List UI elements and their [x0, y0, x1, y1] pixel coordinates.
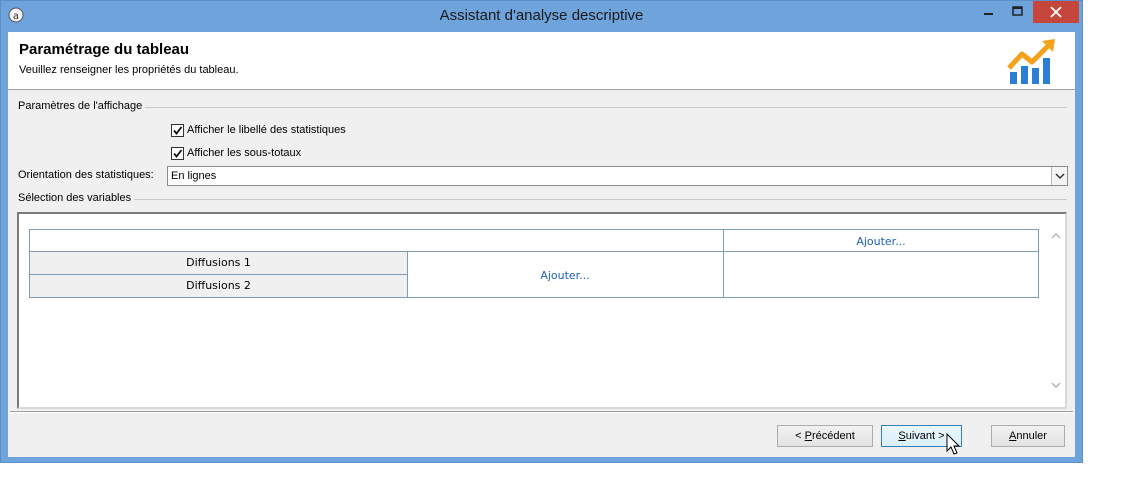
- analysis-chart-icon: [1007, 39, 1055, 84]
- add-column-cell[interactable]: Ajouter...: [723, 229, 1039, 252]
- show-subtotals-checkbox[interactable]: Afficher les sous-totaux: [171, 145, 301, 161]
- window-title: Assistant d'analyse descriptive: [439, 7, 644, 24]
- add-cell-link[interactable]: Ajouter...: [407, 269, 723, 282]
- title-bar[interactable]: a Assistant d'analyse descriptive: [1, 1, 1082, 31]
- checkbox-box[interactable]: [171, 146, 184, 160]
- close-icon: [1050, 6, 1062, 18]
- checkbox-label: Afficher les sous-totaux: [187, 147, 302, 159]
- next-button-mnemonic: S: [898, 430, 906, 442]
- wizard-header: Paramétrage du tableau Veuillez renseign…: [8, 32, 1075, 90]
- previous-button-mnemonic: P: [804, 430, 812, 442]
- show-stat-labels-checkbox[interactable]: Afficher le libellé des statistiques: [171, 122, 346, 138]
- wizard-window: a Assistant d'analyse descriptive Paramé…: [0, 0, 1083, 463]
- add-cell[interactable]: Ajouter...: [407, 251, 724, 298]
- variables-selection-label: Sélection des variables: [18, 192, 135, 204]
- orientation-label: Orientation des statistiques:: [18, 169, 154, 181]
- previous-button-label: récédent: [812, 430, 855, 442]
- row-header-diffusions-2[interactable]: Diffusions 2: [29, 274, 408, 298]
- checkmark-icon: [173, 148, 183, 158]
- dropdown-button[interactable]: [1051, 167, 1067, 185]
- row-label: Diffusions 1: [186, 256, 251, 269]
- display-group-divider: [18, 107, 1067, 108]
- scroll-down-icon[interactable]: [1051, 381, 1061, 389]
- display-settings-label: Paramètres de l'affichage: [18, 100, 146, 112]
- page-title: Paramétrage du tableau: [19, 41, 190, 58]
- checkmark-icon: [173, 125, 183, 135]
- add-column-link[interactable]: Ajouter...: [724, 235, 1038, 248]
- page-subtitle: Veuillez renseigner les propriétés du ta…: [19, 64, 239, 76]
- next-button-label: uivant >: [905, 430, 945, 442]
- checkbox-box[interactable]: [171, 123, 184, 137]
- minimize-icon: [984, 13, 993, 15]
- cancel-button[interactable]: Annuler: [991, 425, 1065, 447]
- cancel-button-label: nnuler: [1016, 430, 1047, 442]
- variables-group-divider: [18, 199, 1067, 200]
- variables-table-panel: Ajouter... Diffusions 1 Diffusions 2 Ajo…: [17, 212, 1067, 409]
- minimize-button[interactable]: [975, 1, 1002, 23]
- scroll-up-icon[interactable]: [1051, 232, 1061, 240]
- chevron-down-icon: [1055, 173, 1065, 180]
- previous-button-prefix: <: [795, 430, 805, 442]
- row-label: Diffusions 2: [186, 279, 251, 292]
- footer-divider-highlight: [10, 412, 1073, 413]
- vertical-scrollbar[interactable]: [1047, 214, 1065, 407]
- empty-cell: [723, 251, 1039, 298]
- row-header-diffusions-1[interactable]: Diffusions 1: [29, 251, 408, 275]
- orientation-value: En lignes: [171, 170, 217, 182]
- close-button[interactable]: [1033, 1, 1079, 23]
- checkbox-label: Afficher le libellé des statistiques: [187, 124, 346, 136]
- table-header-blank: [29, 229, 724, 252]
- wizard-body: Paramétrage du tableau Veuillez renseign…: [8, 32, 1075, 457]
- maximize-icon: [1012, 6, 1023, 16]
- maximize-button[interactable]: [1004, 1, 1031, 23]
- mouse-cursor-icon: [946, 433, 961, 455]
- orientation-select[interactable]: En lignes: [167, 166, 1068, 186]
- previous-button[interactable]: < Précédent: [777, 425, 873, 447]
